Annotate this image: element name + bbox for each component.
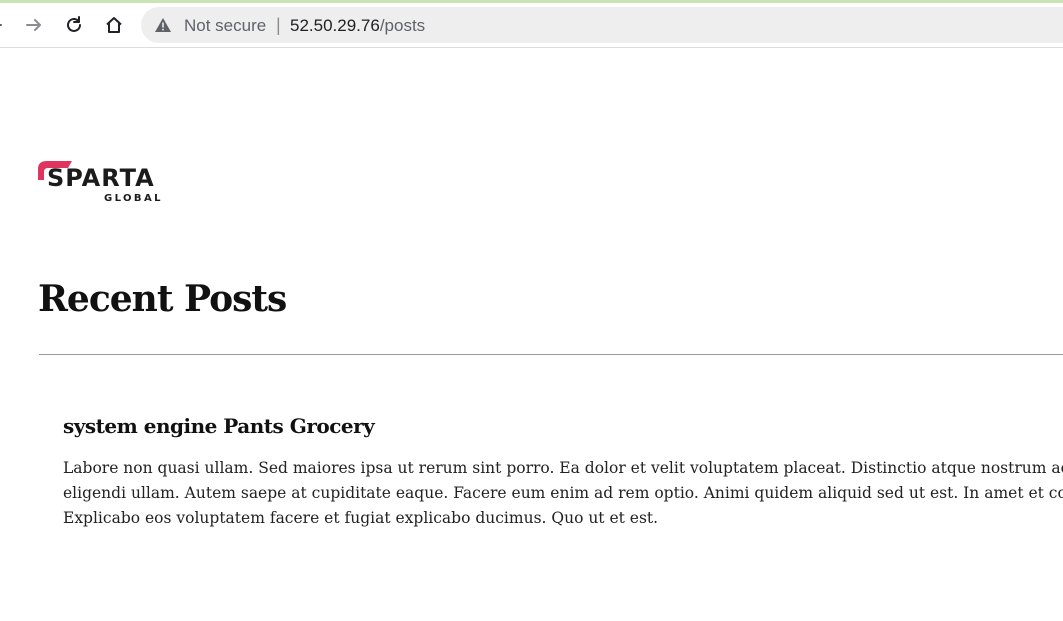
post-body-line: Explicabo eos voluptatem facere et fugia… [63, 509, 659, 527]
home-icon [106, 17, 122, 33]
url-separator: | [276, 15, 281, 35]
logo-wordmark: SPARTA [47, 164, 155, 192]
post-body-line: Labore non quasi ullam. Sed maiores ipsa… [63, 459, 1063, 477]
page-title: Recent Posts [38, 278, 287, 320]
url-text[interactable]: 52.50.29.76/posts [290, 16, 425, 36]
browser-toolbar: Not secure | 52.50.29.76/posts [0, 3, 1063, 48]
post-body: Labore non quasi ullam. Sed maiores ipsa… [63, 456, 1063, 531]
warning-icon [155, 18, 171, 32]
post-item: system engine Pants Grocery Labore non q… [63, 414, 1063, 531]
sparta-global-logo[interactable]: SPARTA GLOBAL [38, 160, 168, 210]
address-bar[interactable]: Not secure | 52.50.29.76/posts [141, 7, 1063, 43]
url-path: /posts [379, 16, 426, 35]
forward-button[interactable] [18, 10, 50, 40]
title-divider [39, 354, 1063, 355]
security-status[interactable]: Not secure [184, 16, 266, 36]
url-host: 52.50.29.76 [290, 16, 380, 35]
back-icon [0, 24, 2, 26]
reload-icon [67, 16, 81, 32]
viewport: Not secure | 52.50.29.76/posts SPARTA GL… [0, 0, 1063, 621]
home-button[interactable] [98, 10, 130, 40]
logo-subtitle: GLOBAL [104, 193, 163, 204]
post-title[interactable]: system engine Pants Grocery [63, 414, 1063, 438]
post-body-line: eligendi ullam. Autem saepe at cupiditat… [63, 484, 1063, 502]
back-button[interactable] [0, 10, 10, 40]
forward-icon [26, 19, 41, 31]
reload-button[interactable] [58, 10, 90, 40]
